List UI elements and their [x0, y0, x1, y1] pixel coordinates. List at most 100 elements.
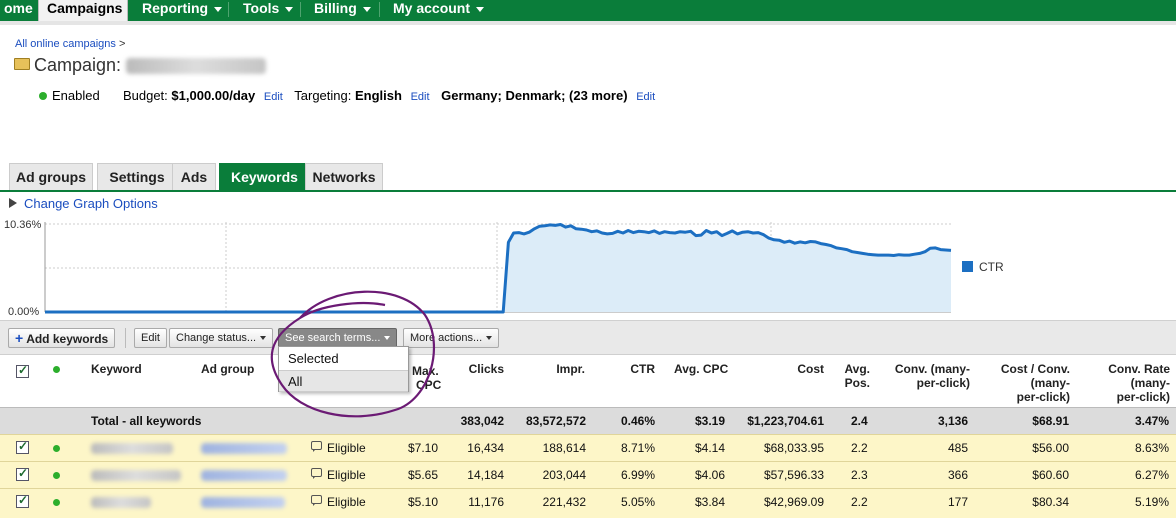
nav-home[interactable]: ome [0, 0, 41, 21]
row-clicks: 16,434 [467, 441, 504, 455]
row-max-cpc[interactable]: $5.10 [398, 495, 438, 509]
y-tick-max: 10.36% [4, 219, 42, 231]
col-impr[interactable]: Impr. [520, 362, 585, 376]
total-avg-pos: 2.4 [851, 414, 868, 428]
col-avg-cpc[interactable]: Avg. CPC [674, 362, 728, 376]
row-checkbox[interactable] [16, 493, 29, 508]
tab-ad-groups[interactable]: Ad groups [9, 163, 93, 190]
breadcrumb-separator: > [118, 38, 126, 50]
dropdown-item-selected[interactable]: Selected [279, 348, 408, 370]
add-keywords-label: Add keywords [26, 332, 109, 346]
page-title: Campaign: [14, 55, 267, 76]
ad-group-link-redacted[interactable] [201, 470, 287, 481]
row-status[interactable]: Eligible [311, 441, 366, 455]
row-max-cpc[interactable]: $5.65 [398, 468, 438, 482]
nav-home-label: ome [4, 0, 33, 16]
locations-edit-link[interactable]: Edit [636, 91, 655, 103]
nav-divider [300, 2, 301, 17]
speech-bubble-icon [311, 441, 322, 452]
row-status[interactable]: Eligible [311, 495, 366, 509]
keyword-redacted[interactable] [91, 470, 181, 481]
table-row[interactable]: Eligible $5.10 11,176 221,432 5.05% $3.8… [0, 488, 1176, 518]
row-cost-per-conv: $80.34 [1032, 495, 1069, 509]
row-conv: 177 [947, 495, 968, 509]
breadcrumb-link[interactable]: All online campaigns [15, 38, 116, 50]
col-avg-pos[interactable]: Avg. Pos. [840, 362, 870, 390]
keywords-toolbar: + Add keywords Edit Change status... See … [0, 320, 1176, 354]
col-max-cpc-line2: CPC [416, 378, 442, 392]
row-impr: 188,614 [542, 441, 586, 455]
top-navigation: ome Campaigns Reporting Tools Billing My… [0, 0, 1176, 21]
row-status-label: Eligible [327, 441, 366, 455]
nav-billing[interactable]: Billing [306, 0, 379, 21]
select-all-checkbox[interactable] [16, 363, 29, 378]
table-row[interactable]: Eligible $5.65 14,184 203,044 6.99% $4.0… [0, 461, 1176, 488]
chevron-down-icon [384, 336, 391, 341]
ad-group-link-redacted[interactable] [201, 497, 285, 508]
language-edit-link[interactable]: Edit [411, 91, 430, 103]
col-avg-pos-line2: Pos. [844, 376, 870, 390]
row-ctr: 5.05% [620, 495, 655, 509]
col-cost-per-conv[interactable]: Cost / Conv. (many- per-click) [985, 362, 1070, 404]
col-cost-per-conv-line2: (many- [1030, 376, 1070, 390]
total-conv-rate: 3.47% [1134, 414, 1169, 428]
edit-button[interactable]: Edit [134, 328, 167, 348]
row-ctr: 8.71% [620, 441, 655, 455]
y-tick-min: 0.00% [8, 306, 39, 318]
more-actions-button[interactable]: More actions... [403, 328, 500, 348]
row-max-cpc[interactable]: $7.10 [398, 441, 438, 455]
search-terms-dropdown: Selected All [278, 346, 409, 392]
nav-tools[interactable]: Tools [235, 0, 301, 21]
keyword-redacted[interactable] [91, 443, 173, 454]
nav-divider [228, 2, 229, 17]
nav-reporting-label: Reporting [142, 0, 209, 16]
nav-my-account[interactable]: My account [385, 0, 492, 21]
status-dot-icon [53, 499, 60, 506]
row-avg-cpc: $3.84 [694, 495, 725, 509]
col-max-cpc-line1: Max. [412, 364, 439, 378]
col-ctr[interactable]: CTR [615, 362, 655, 376]
tab-keywords[interactable]: Keywords [219, 163, 310, 190]
row-cost: $57,596.33 [763, 468, 824, 482]
row-cost: $68,033.95 [763, 441, 824, 455]
budget-edit-link[interactable]: Edit [264, 91, 283, 103]
row-impr: 203,044 [542, 468, 586, 482]
campaign-name-redacted [126, 58, 267, 75]
col-keyword[interactable]: Keyword [91, 362, 142, 376]
col-cost[interactable]: Cost [780, 362, 824, 376]
col-conv-rate[interactable]: Conv. Rate (many- per-click) [1090, 362, 1170, 404]
see-search-terms-button[interactable]: See search terms... [278, 328, 398, 348]
status-dot-icon [53, 366, 60, 373]
dropdown-item-all[interactable]: All [279, 370, 408, 392]
tab-settings[interactable]: Settings [97, 163, 177, 190]
keywords-table-header: Keyword Ad group Max. CPC Clicks Impr. C… [0, 354, 1176, 407]
col-conv-line2: per-click) [916, 376, 970, 390]
keyword-redacted[interactable] [91, 497, 151, 508]
row-checkbox[interactable] [16, 466, 29, 481]
tab-ads[interactable]: Ads [172, 163, 216, 190]
budget-value: $1,000.00/day [171, 88, 256, 103]
campaign-title-prefix: Campaign: [34, 55, 122, 75]
change-status-button[interactable]: Change status... [169, 328, 274, 348]
ad-group-link-redacted[interactable] [201, 443, 287, 454]
change-graph-options-label: Change Graph Options [24, 196, 158, 211]
table-row[interactable]: Eligible $7.10 16,434 188,614 8.71% $4.1… [0, 434, 1176, 461]
row-checkbox[interactable] [16, 439, 29, 454]
tab-networks[interactable]: Networks [305, 163, 383, 190]
nav-campaigns[interactable]: Campaigns [38, 0, 128, 21]
row-clicks: 11,176 [468, 495, 504, 509]
plus-icon: + [15, 330, 24, 346]
col-ad-group[interactable]: Ad group [201, 362, 254, 376]
row-status[interactable]: Eligible [311, 468, 366, 482]
col-clicks[interactable]: Clicks [444, 362, 504, 376]
add-keywords-button[interactable]: + Add keywords [8, 328, 116, 348]
nav-reporting[interactable]: Reporting [134, 0, 230, 21]
chevron-down-icon [476, 6, 485, 12]
see-search-terms-label: See search terms... [285, 332, 381, 344]
nav-divider [379, 2, 380, 17]
change-graph-options-link[interactable]: Change Graph Options [9, 196, 158, 211]
col-max-cpc[interactable]: Max. CPC [412, 364, 441, 392]
chevron-down-icon [362, 6, 371, 12]
col-conv[interactable]: Conv. (many- per-click) [878, 362, 970, 390]
toolbar-divider [125, 328, 126, 348]
